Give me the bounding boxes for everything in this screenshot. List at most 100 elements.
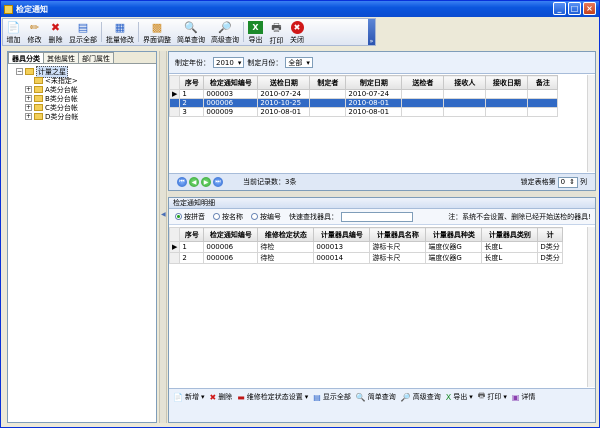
layout-button[interactable]: ▩ 界面调整 <box>140 19 174 45</box>
column-header[interactable]: 接收日期 <box>485 75 529 90</box>
column-header[interactable]: 备注 <box>527 75 559 90</box>
column-header[interactable]: 送检者 <box>401 75 445 90</box>
tree-item[interactable]: + C类分台帐 <box>16 103 156 112</box>
column-header[interactable]: 计量器具类别 <box>481 227 539 242</box>
table-cell: D类分 <box>537 241 563 253</box>
table-row[interactable]: 2 000006 2010-10-25 2010-08-01 <box>169 98 559 108</box>
close-window-button[interactable]: × <box>583 2 596 15</box>
tree-item[interactable]: <未指定> <box>16 76 156 85</box>
minimize-button[interactable]: _ <box>553 2 566 15</box>
column-header[interactable]: 序号 <box>179 75 205 90</box>
column-header[interactable]: 制定者 <box>309 75 347 90</box>
column-header[interactable]: 计量器具名称 <box>369 227 427 242</box>
showall-icon: ▤ <box>77 21 89 34</box>
year-select[interactable]: 2010 ▾ <box>213 57 245 68</box>
expand-icon[interactable]: + <box>25 95 32 102</box>
edit-button[interactable]: ✏ 修改 <box>24 19 45 45</box>
search-mode-1[interactable]: 按名称 <box>213 212 243 222</box>
action-1-button[interactable]: ✖ 删除 <box>209 391 232 403</box>
column-header[interactable]: 计量器具种类 <box>425 227 483 242</box>
column-header[interactable]: 检定通知编号 <box>203 227 259 242</box>
table-row[interactable]: 3 000009 2010-08-01 2010-08-01 <box>169 107 559 117</box>
action-4-button[interactable]: 🔍 简单查询 <box>356 391 396 403</box>
collapse-icon[interactable]: − <box>16 68 23 75</box>
action-1-icon: ✖ <box>209 392 217 402</box>
notification-list-panel: 制定年份： 2010 ▾ 制定月份： 全部 ▾ 序号 检定通知编号 送检日期 制定者 制定日… <box>168 51 596 191</box>
column-header[interactable]: 送检日期 <box>257 75 311 90</box>
action-6-button[interactable]: X 导出 ▾ <box>446 391 473 403</box>
tree-root[interactable]: − 计量之星 <box>16 65 156 78</box>
column-header[interactable]: 计量器具编号 <box>313 227 371 242</box>
print-button[interactable]: 🖶 打印 <box>266 19 287 46</box>
table-cell <box>401 89 445 99</box>
tree-item[interactable]: + A类分台帐 <box>16 85 156 94</box>
month-select[interactable]: 全部 ▾ <box>285 57 313 68</box>
table-cell: 000006 <box>203 241 259 253</box>
table-cell: 2010-08-01 <box>257 107 311 117</box>
tree-item[interactable]: + D类分台帐 <box>16 112 156 121</box>
table-cell: 2010-07-24 <box>345 89 403 99</box>
prev-record-icon[interactable]: ◀ <box>189 177 199 187</box>
radio-icon[interactable] <box>175 213 182 220</box>
showall-button[interactable]: ▤ 显示全部 <box>66 19 100 45</box>
delete-button[interactable]: ✖ 删除 <box>45 19 66 45</box>
tab-0[interactable]: 器具分类 <box>8 52 44 63</box>
toolbar-overflow-icon[interactable]: » <box>368 19 375 45</box>
radio-icon[interactable] <box>251 213 258 220</box>
action-8-button[interactable]: ▣ 详情 <box>512 391 536 403</box>
table-cell <box>527 89 559 99</box>
table-cell <box>309 89 347 99</box>
column-header[interactable]: 计 <box>537 227 563 242</box>
lower-scrollbar[interactable] <box>587 227 595 387</box>
splitter-grip-icon[interactable]: ◀ <box>161 211 166 221</box>
action-3-button[interactable]: ▤ 显示全部 <box>313 391 351 403</box>
chevron-down-icon: ▾ <box>304 393 309 401</box>
export-button[interactable]: X 导出 <box>245 19 266 45</box>
tree-item[interactable]: + B类分台帐 <box>16 94 156 103</box>
column-header[interactable]: 检定通知编号 <box>203 75 259 90</box>
delete-icon: ✖ <box>50 21 61 34</box>
tab-1[interactable]: 其他属性 <box>43 52 79 63</box>
search-mode-0[interactable]: 按拼音 <box>175 212 205 222</box>
table-cell: 000006 <box>203 98 259 108</box>
action-7-button[interactable]: 🖶 打印 ▾ <box>478 391 507 403</box>
vertical-splitter[interactable]: ◀ <box>159 51 167 423</box>
close-button[interactable]: ✖ 关闭 <box>287 19 307 45</box>
quick-find-input[interactable] <box>341 211 413 222</box>
table-row[interactable]: ▶ 1 000006 待检 000013 游标卡尺 端度仪器G 长度L D类分 <box>169 241 563 253</box>
action-0-button[interactable]: 📄 新增 ▾ <box>173 391 204 403</box>
column-header[interactable]: 维修检定状态 <box>257 227 315 242</box>
search-mode-2[interactable]: 按编号 <box>251 212 281 222</box>
add-button[interactable]: 📄 增加 <box>3 19 24 45</box>
expand-icon[interactable]: + <box>25 86 32 93</box>
column-header[interactable]: 接收人 <box>443 75 487 90</box>
app-icon <box>4 4 13 14</box>
column-header[interactable]: 制定日期 <box>345 75 403 90</box>
expand-icon[interactable]: + <box>25 104 32 111</box>
last-record-icon[interactable]: ⏭ <box>213 177 223 187</box>
table-cell <box>309 98 347 108</box>
expand-icon[interactable]: + <box>25 113 32 120</box>
radio-icon[interactable] <box>213 213 220 220</box>
lock-column-stepper[interactable]: 0 ⇕ <box>557 176 578 188</box>
maximize-button[interactable]: □ <box>568 2 581 15</box>
left-panel: 器具分类 其他属性 部门属性 − 计量之星 <未指定> + A类分台帐 + B类分台帐 + C类… <box>7 51 157 423</box>
record-nav-bar: ⏮ ◀ ▶ ⏭ 当前记录数：3条 锁定表格第 0 ⇕ 列 <box>169 173 595 190</box>
column-header[interactable]: 序号 <box>179 227 205 242</box>
first-record-icon[interactable]: ⏮ <box>177 177 187 187</box>
next-record-icon[interactable]: ▶ <box>201 177 211 187</box>
batchedit-button[interactable]: ▦ 批量修改 <box>103 19 137 45</box>
table-cell: 端度仪器G <box>425 241 483 253</box>
tab-2[interactable]: 部门属性 <box>78 52 114 63</box>
action-0-icon: 📄 <box>173 392 183 402</box>
detail-action-bar: 📄 新增 ▾ ✖ 删除 ▬ 维修检定状态设置 ▾ ▤ 显示全部 🔍 简单查询 🔎 高级查询 X 导出 ▾ 🖶 打印 ▾… <box>169 388 595 422</box>
table-row[interactable]: 2 000006 待检 000014 游标卡尺 端度仪器G 长度L D类分 <box>169 252 563 264</box>
table-row[interactable]: ▶ 1 000003 2010-07-24 2010-07-24 <box>169 89 559 99</box>
upper-scrollbar[interactable] <box>587 75 595 172</box>
title-bar[interactable]: 检定通知 _ □ × <box>1 1 599 17</box>
advquery-button[interactable]: 🔎 高级查询 <box>208 19 242 45</box>
edit-icon: ✏ <box>29 21 40 34</box>
simplequery-button[interactable]: 🔍 简单查询 <box>174 19 208 45</box>
action-5-button[interactable]: 🔎 高级查询 <box>401 391 441 403</box>
action-2-button[interactable]: ▬ 维修检定状态设置 ▾ <box>237 391 308 403</box>
